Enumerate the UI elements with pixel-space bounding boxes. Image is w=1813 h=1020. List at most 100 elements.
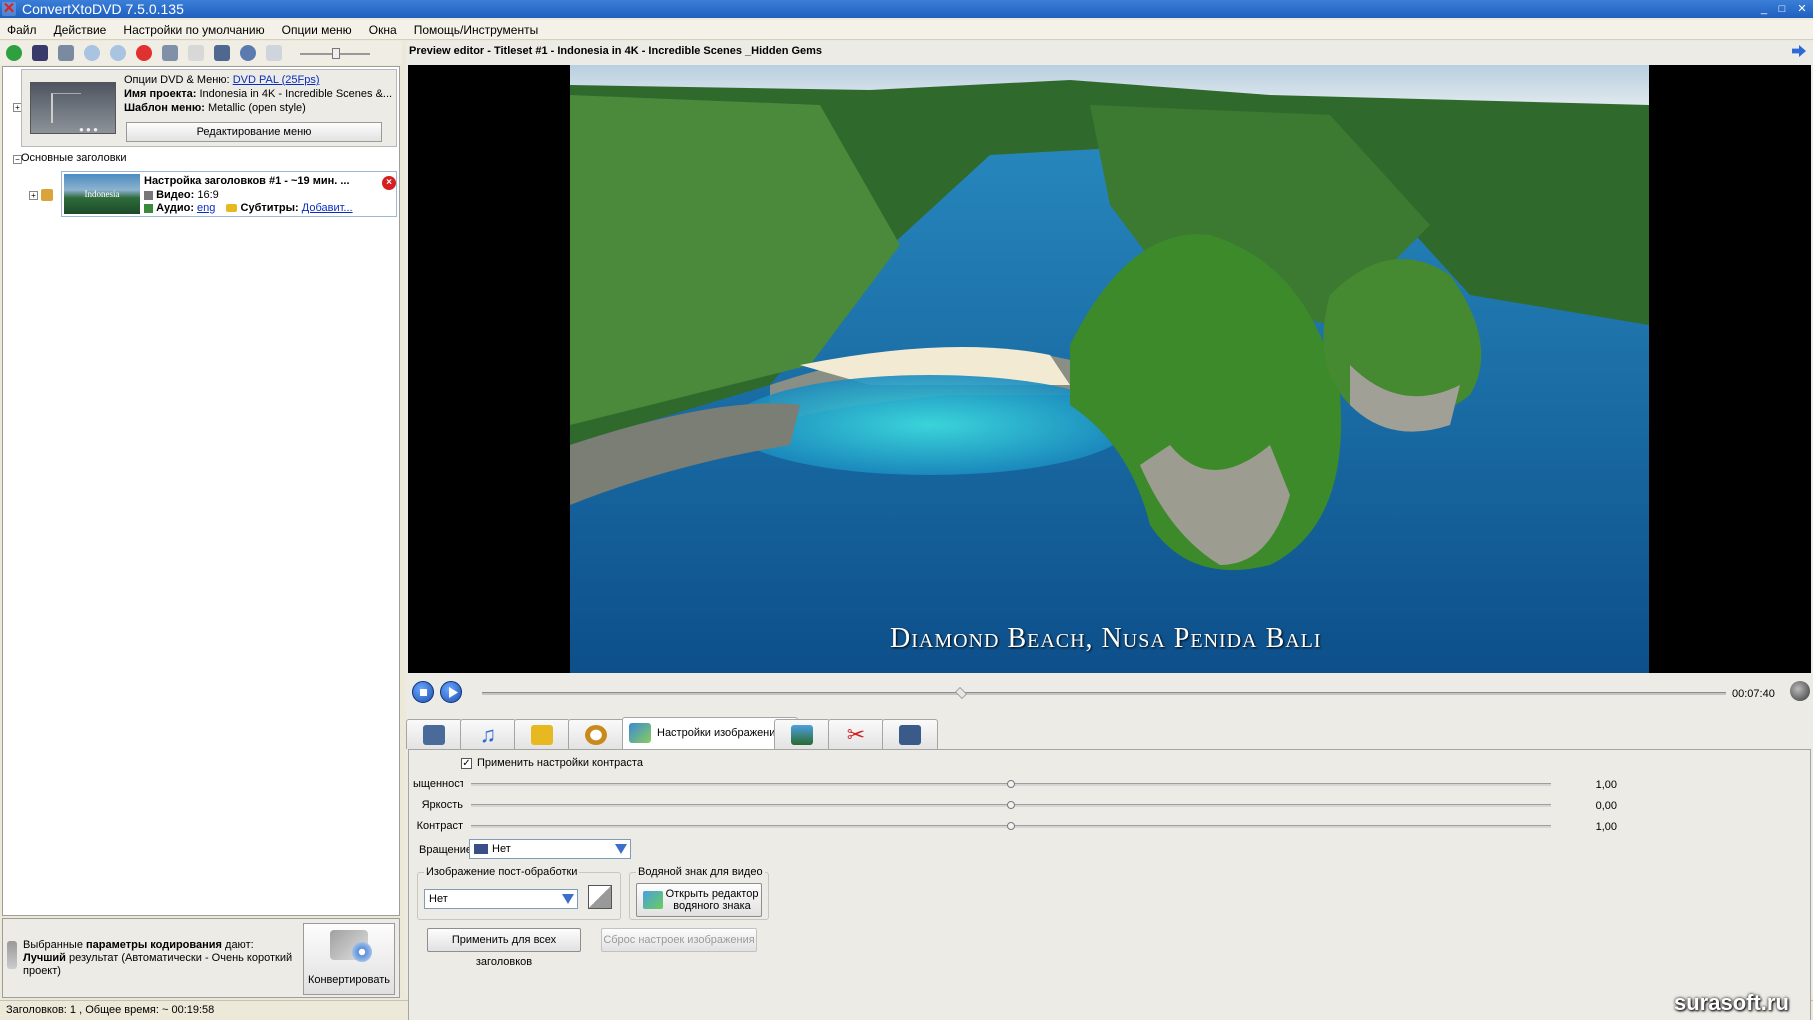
tab-audio[interactable]: ♫ (460, 719, 516, 749)
convert-label: Конвертировать (307, 974, 391, 986)
brightness-thumb[interactable] (1007, 801, 1015, 809)
contrast-value: 1,00 (1595, 821, 1617, 833)
chevron-down-icon (562, 894, 574, 904)
menu-menu-options[interactable]: Опции меню (275, 20, 359, 40)
move-down-icon[interactable] (84, 45, 100, 61)
watermark-group: Водяной знак для видео Открыть редактор … (629, 866, 769, 920)
audio-link[interactable]: eng (197, 202, 215, 214)
title-expand-icon[interactable]: + (29, 191, 38, 200)
tab-video[interactable] (406, 719, 462, 749)
image-settings-panel: ✓ Применить настройки контраста ыщенност… (408, 749, 1811, 1020)
tab-subtitles[interactable] (514, 719, 570, 749)
toolbar (0, 41, 402, 65)
resize-icon (791, 725, 813, 745)
add-icon[interactable] (6, 45, 22, 61)
dock-arrow-icon[interactable] (1792, 45, 1806, 57)
stopwatch-icon (585, 725, 607, 745)
quality-best: Лучший (23, 952, 66, 964)
encoding-info-panel: Выбранные параметры кодирования дают: Лу… (2, 918, 400, 998)
tree-icon[interactable] (58, 45, 74, 61)
monitor-icon[interactable] (214, 45, 230, 61)
contrast-thumb[interactable] (1007, 822, 1015, 830)
maximize-button[interactable]: □ (1774, 1, 1790, 17)
site-watermark: surasoft.ru (1674, 990, 1789, 1015)
app-icon[interactable]: ✕ (2, 1, 16, 16)
dvd-options-link[interactable]: DVD PAL (25Fps) (233, 74, 320, 86)
menu-defaults[interactable]: Настройки по умолчанию (116, 20, 271, 40)
chevron-down-icon (615, 844, 627, 854)
subtitles-link[interactable]: Добавит... (302, 202, 353, 214)
seek-bar[interactable] (482, 692, 1726, 695)
reset-image-settings-button[interactable]: Сброс настроек изображения (601, 928, 757, 952)
audio-label: Аудио: (156, 202, 194, 214)
tools-icon[interactable] (162, 45, 178, 61)
menu-windows[interactable]: Окна (362, 20, 404, 40)
tab-chapters[interactable] (568, 719, 624, 749)
document-icon[interactable] (266, 45, 282, 61)
menu-preview-thumbnail: ● ● ● (30, 82, 116, 134)
title-name: Настройка заголовков #1 - ~19 мин. ... (144, 175, 350, 187)
audio-icon (144, 203, 153, 213)
minimize-button[interactable]: _ (1756, 1, 1772, 17)
saturation-label: ыщенность (413, 778, 463, 790)
seek-thumb[interactable] (954, 687, 967, 699)
encoding-text-prefix: Выбранные (23, 939, 87, 951)
menu-help[interactable]: Помощь/Инструменты (407, 20, 546, 40)
snapshot-icon[interactable] (1790, 681, 1810, 701)
postproc-select[interactable]: Нет (424, 889, 578, 909)
tab-cut[interactable]: ✂ (828, 719, 884, 749)
watermark-icon (643, 891, 663, 909)
window-title: ConvertXtoDVD 7.5.0.135 (22, 1, 184, 17)
brightness-value: 0,00 (1595, 800, 1617, 812)
encoding-params-link[interactable]: параметры кодирования (86, 939, 222, 951)
quality-indicator-icon (7, 941, 17, 969)
postproc-value: Нет (429, 893, 448, 905)
menu-action[interactable]: Действие (47, 20, 114, 40)
apply-all-titles-button[interactable]: Применить для всех заголовков (427, 928, 581, 968)
blank-icon[interactable] (188, 45, 204, 61)
speech-bubble-icon (531, 725, 553, 745)
video-value: 16:9 (197, 189, 219, 201)
watermark-group-title: Водяной знак для видео (636, 866, 765, 878)
project-name-value: Indonesia in 4K - Incredible Scenes &... (199, 88, 393, 100)
rotation-select[interactable]: Нет (469, 839, 631, 859)
remove-icon[interactable] (136, 45, 152, 61)
watermark-button-line2: водяного знака (673, 900, 751, 912)
saturation-thumb[interactable] (1007, 780, 1015, 788)
save-icon[interactable] (32, 45, 48, 61)
edit-menu-button[interactable]: Редактирование меню (126, 122, 382, 142)
apply-contrast-checkbox[interactable]: ✓ (461, 758, 472, 769)
close-window-button[interactable]: ✕ (1794, 1, 1810, 17)
rotation-label: Вращение (419, 844, 472, 856)
quality-description: результат (Автоматически - Очень коротки… (65, 952, 293, 964)
postproc-group-title: Изображение пост-обработки (424, 866, 580, 878)
project-node[interactable]: ● ● ● Опции DVD & Меню: DVD PAL (25Fps) … (21, 69, 397, 147)
move-up-icon[interactable] (110, 45, 126, 61)
tab-image-settings[interactable]: Настройки изображения (622, 717, 798, 749)
video-icon (144, 190, 153, 200)
image-adjust-icon (629, 723, 651, 743)
convert-button[interactable]: Конвертировать (303, 923, 395, 995)
open-watermark-editor-button[interactable]: Открыть редактор водяного знака (636, 883, 762, 917)
zoom-slider-thumb[interactable] (332, 48, 340, 59)
menu-file[interactable]: Файл (0, 20, 44, 40)
postproc-preview-icon[interactable] (588, 885, 612, 909)
play-button[interactable] (440, 681, 462, 703)
rotation-value: Нет (492, 843, 511, 855)
stop-button[interactable] (412, 681, 434, 703)
editor-tabs: ♫ Настройки изображения ✂ (406, 717, 1813, 749)
tab-merge[interactable] (882, 719, 938, 749)
contrast-label: Контраст (416, 820, 463, 832)
playback-time: 00:07:40 (1732, 688, 1775, 700)
film-strip-icon (899, 725, 921, 745)
tab-crop[interactable] (774, 719, 830, 749)
video-frame: Diamond Beach, Nusa Penida Bali (570, 65, 1649, 673)
encoding-text-suffix: дают: (221, 939, 254, 951)
main-titles-node[interactable]: Основные заголовки (21, 152, 127, 164)
disc-icon[interactable] (240, 45, 256, 61)
remove-title-icon[interactable]: × (382, 176, 396, 190)
video-preview[interactable]: Diamond Beach, Nusa Penida Bali (408, 65, 1811, 673)
title-node-1[interactable]: Indonesia Настройка заголовков #1 - ~19 … (61, 171, 397, 217)
tab-image-settings-label: Настройки изображения (657, 727, 782, 739)
menu-template-value: Metallic (open style) (207, 102, 306, 114)
